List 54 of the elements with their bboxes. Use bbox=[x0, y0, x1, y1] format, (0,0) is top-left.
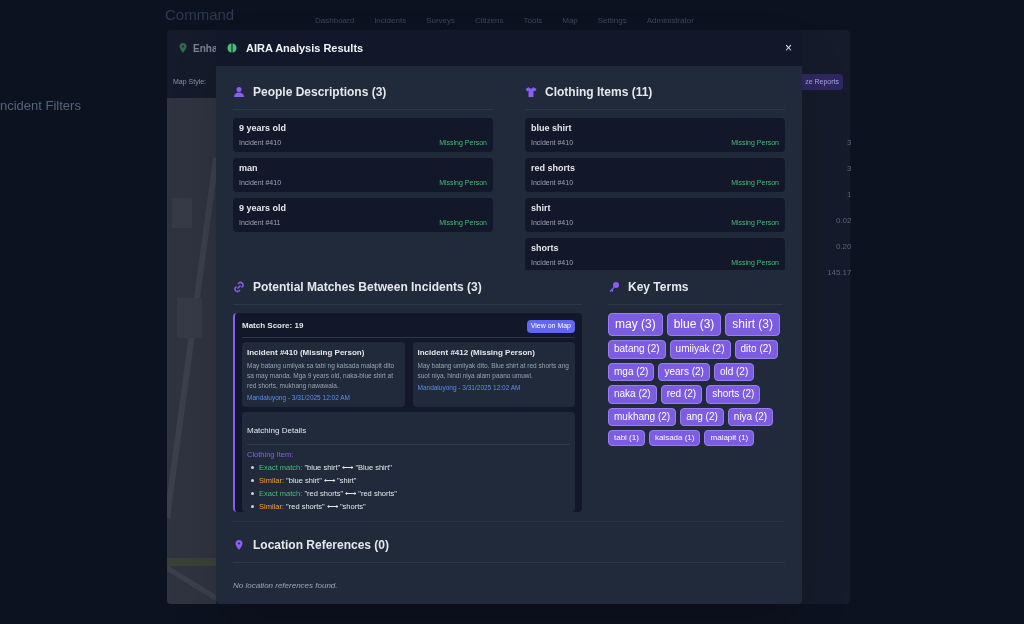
item-text: man bbox=[239, 163, 259, 174]
stat-value: 145.17 bbox=[827, 268, 852, 278]
pin-icon bbox=[233, 539, 245, 551]
key-term-tag[interactable]: mga (2) bbox=[608, 362, 655, 381]
bullet-icon bbox=[251, 492, 254, 496]
incident-title: Incident #412 (Missing Person) bbox=[417, 346, 536, 359]
close-button[interactable]: × bbox=[785, 42, 792, 54]
key-term-tag[interactable]: old (2) bbox=[713, 362, 755, 381]
stat-value: 3 bbox=[847, 138, 852, 148]
key-term-tag[interactable]: blue (3) bbox=[666, 313, 722, 336]
match-score: Match Score: 19 bbox=[242, 320, 304, 333]
stat-value: 0.02 bbox=[835, 216, 852, 226]
key-term-tag[interactable]: batang (2) bbox=[608, 340, 666, 359]
key-term-tag[interactable]: red (2) bbox=[660, 385, 703, 404]
key-term-tag[interactable]: ang (2) bbox=[680, 407, 724, 426]
item-text: blue shirt bbox=[531, 123, 573, 134]
stat-value: 0.20 bbox=[835, 242, 852, 252]
item-text: red shorts bbox=[531, 163, 576, 174]
key-term-tag[interactable]: may (3) bbox=[608, 313, 663, 336]
key-term-tag[interactable]: tabi (1) bbox=[608, 430, 645, 446]
key-term-tag[interactable]: niya (2) bbox=[727, 407, 774, 426]
shirt-icon bbox=[525, 86, 537, 98]
key-icon bbox=[608, 281, 620, 293]
section-title: Potential Matches Between Incidents (3) bbox=[253, 279, 482, 296]
item-text: shorts bbox=[531, 243, 560, 254]
sidebar-title: ncident Filters bbox=[0, 97, 81, 115]
key-term-tag[interactable]: dito (2) bbox=[734, 340, 778, 359]
bullet-icon bbox=[251, 478, 254, 482]
dialog-title: AIRA Analysis Results bbox=[246, 40, 364, 56]
key-term-tag[interactable]: naka (2) bbox=[608, 385, 657, 404]
stat-value: 3 bbox=[847, 164, 852, 174]
key-term-tag[interactable]: kalsada (1) bbox=[648, 430, 701, 446]
section-title: Clothing Items (11) bbox=[545, 84, 653, 101]
bullet-icon bbox=[251, 505, 254, 509]
pin-icon bbox=[177, 42, 189, 54]
key-term-tag[interactable]: umiiyak (2) bbox=[669, 340, 731, 359]
key-term-tag[interactable]: shirt (3) bbox=[725, 313, 781, 336]
item-text: 9 years old bbox=[239, 203, 288, 214]
empty-message: No location references found. bbox=[233, 581, 338, 590]
item-text: shirt bbox=[531, 203, 552, 214]
key-term-tag[interactable]: malapit (1) bbox=[704, 430, 755, 446]
key-term-tag[interactable]: shorts (2) bbox=[706, 385, 761, 404]
bullet-icon bbox=[251, 465, 254, 469]
section-title: Key Terms bbox=[628, 279, 689, 296]
section-title: Location References (0) bbox=[253, 537, 390, 554]
link-icon bbox=[233, 281, 245, 293]
incident-title: Incident #410 (Missing Person) bbox=[247, 346, 366, 359]
section-title: People Descriptions (3) bbox=[253, 84, 387, 101]
person-icon bbox=[233, 86, 245, 98]
key-term-tag[interactable]: mukhang (2) bbox=[608, 407, 677, 426]
details-title: Matching Details bbox=[247, 426, 307, 436]
item-text: 9 years old bbox=[239, 123, 288, 134]
key-term-tag[interactable]: years (2) bbox=[658, 362, 710, 381]
stat-value: 1 bbox=[847, 190, 852, 200]
